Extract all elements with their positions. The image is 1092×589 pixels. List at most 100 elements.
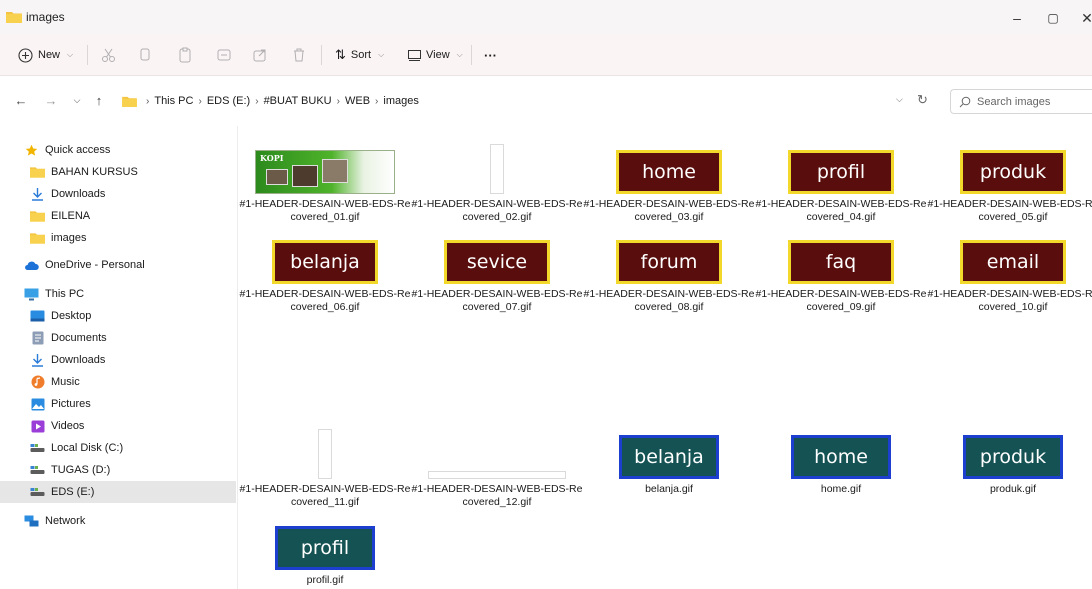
breadcrumb-web[interactable]: WEB bbox=[345, 95, 370, 107]
file-item[interactable]: faq #1-HEADER-DESAIN-WEB-EDS-Re covered_09… bbox=[755, 232, 927, 322]
file-thumbnail: produk bbox=[963, 435, 1063, 479]
music-icon bbox=[30, 375, 45, 389]
thumbnail-text: sevice bbox=[466, 251, 528, 273]
document-icon bbox=[30, 331, 45, 345]
sidebar-item-network[interactable]: Network bbox=[0, 510, 236, 532]
minimize-icon: – bbox=[1013, 10, 1021, 26]
sidebar-item-music[interactable]: Music bbox=[0, 371, 236, 393]
sidebar-item-bahan-kursus[interactable]: BAHAN KURSUS bbox=[0, 161, 236, 183]
sidebar-item-documents[interactable]: Documents bbox=[0, 327, 236, 349]
view-button[interactable]: View ⌵ bbox=[408, 42, 463, 68]
file-item[interactable]: email #1-HEADER-DESAIN-WEB-EDS-Re covered_… bbox=[927, 232, 1092, 322]
file-name-line: covered_02.gif bbox=[462, 211, 532, 223]
file-item[interactable]: profil #1-HEADER-DESAIN-WEB-EDS-Re covered… bbox=[755, 142, 927, 232]
forward-button[interactable]: → bbox=[42, 91, 60, 109]
maximize-button[interactable]: ▢ bbox=[1036, 6, 1070, 30]
file-thumbnail: sevice bbox=[444, 240, 550, 284]
file-item[interactable]: belanja #1-HEADER-DESAIN-WEB-EDS-Re covere… bbox=[239, 232, 411, 322]
recent-locations-button[interactable]: ⌵ bbox=[68, 91, 86, 109]
file-item[interactable]: #1-HEADER-DESAIN-WEB-EDS-Re covered_02.gi… bbox=[411, 142, 583, 232]
sidebar-item-label: images bbox=[51, 232, 87, 244]
rename-icon[interactable] bbox=[215, 46, 233, 64]
file-item[interactable]: belanja belanja.gif bbox=[583, 427, 755, 517]
sidebar-item-local-disk-c[interactable]: Local Disk (C:) bbox=[0, 437, 236, 459]
title-bar: images – ▢ ✕ bbox=[0, 0, 1092, 34]
file-item[interactable]: #1-HEADER-DESAIN-WEB-EDS-Re covered_12.gi… bbox=[411, 427, 583, 517]
file-thumbnail bbox=[490, 144, 504, 194]
file-item[interactable]: profil profil.gif bbox=[239, 518, 411, 589]
sort-button[interactable]: ⇅ Sort ⌵ bbox=[335, 42, 384, 68]
cut-icon[interactable] bbox=[100, 46, 118, 64]
sidebar-item-this-pc[interactable]: This PC bbox=[0, 283, 236, 305]
folder-icon bbox=[6, 12, 22, 23]
breadcrumb-images[interactable]: images bbox=[383, 95, 418, 107]
sidebar-item-pictures[interactable]: Pictures bbox=[0, 393, 236, 415]
sidebar-item-images[interactable]: images bbox=[0, 227, 236, 249]
arrow-left-icon: ← bbox=[14, 92, 28, 108]
sort-label: Sort bbox=[350, 49, 372, 61]
search-box[interactable]: Search images bbox=[950, 89, 1092, 114]
sidebar-item-label: OneDrive - Personal bbox=[45, 259, 145, 271]
breadcrumb-this-pc[interactable]: This PC bbox=[154, 95, 193, 107]
search-icon bbox=[959, 96, 971, 107]
sidebar-item-videos[interactable]: Videos bbox=[0, 415, 236, 437]
file-thumbnail: belanja bbox=[619, 435, 719, 479]
address-bar[interactable]: › This PC › EDS (E:) › #BUAT BUKU › WEB … bbox=[113, 89, 943, 113]
file-name-line: profil.gif bbox=[306, 574, 344, 586]
view-icon bbox=[408, 49, 421, 61]
file-item[interactable]: forum #1-HEADER-DESAIN-WEB-EDS-Re covered_… bbox=[583, 232, 755, 322]
close-button[interactable]: ✕ bbox=[1070, 6, 1092, 30]
navigation-bar: ← → ⌵ ↑ › This PC › EDS (E:) › #BUAT BUK… bbox=[0, 76, 1092, 126]
delete-icon[interactable] bbox=[290, 46, 308, 64]
sidebar-item-downloads[interactable]: Downloads bbox=[0, 183, 236, 205]
sidebar-item-desktop[interactable]: Desktop bbox=[0, 305, 236, 327]
view-label: View bbox=[426, 49, 450, 61]
file-name: #1-HEADER-DESAIN-WEB-EDS-Re covered_02.gi… bbox=[411, 198, 583, 224]
file-name: #1-HEADER-DESAIN-WEB-EDS-Re covered_05.gi… bbox=[927, 198, 1092, 224]
minimize-button[interactable]: – bbox=[1000, 6, 1034, 30]
drive-icon bbox=[30, 485, 45, 499]
refresh-icon[interactable]: ↻ bbox=[917, 92, 928, 108]
file-item[interactable]: home home.gif bbox=[755, 427, 927, 517]
file-thumbnail: faq bbox=[788, 240, 894, 284]
file-thumbnail: forum bbox=[616, 240, 722, 284]
file-item[interactable]: #1-HEADER-DESAIN-WEB-EDS-Re covered_11.gi… bbox=[239, 427, 411, 517]
sidebar-item-onedrive-personal[interactable]: OneDrive - Personal bbox=[0, 254, 236, 276]
share-icon[interactable] bbox=[251, 46, 269, 64]
sidebar-item-label: EDS (E:) bbox=[51, 486, 95, 498]
chevron-right-icon: › bbox=[255, 95, 259, 107]
thumbnail-text: profil bbox=[300, 537, 350, 559]
new-button[interactable]: New ⌵ bbox=[18, 42, 73, 68]
up-button[interactable]: ↑ bbox=[90, 91, 108, 109]
more-icon: ··· bbox=[484, 47, 497, 63]
more-button[interactable]: ··· bbox=[484, 42, 497, 68]
copy-icon[interactable] bbox=[136, 46, 154, 64]
download-icon bbox=[30, 353, 45, 367]
sidebar-item-downloads[interactable]: Downloads bbox=[0, 349, 236, 371]
file-name: produk.gif bbox=[927, 483, 1092, 496]
breadcrumb-eds-drive[interactable]: EDS (E:) bbox=[207, 95, 250, 107]
file-item[interactable]: produk #1-HEADER-DESAIN-WEB-EDS-Re covered… bbox=[927, 142, 1092, 232]
command-bar: New ⌵ ⇅ Sort ⌵ View ⌵ ··· bbox=[0, 34, 1092, 76]
sidebar-item-label: Downloads bbox=[51, 188, 106, 200]
sidebar-item-tugas-d[interactable]: TUGAS (D:) bbox=[0, 459, 236, 481]
sidebar-item-label: This PC bbox=[45, 288, 85, 300]
file-name-line: covered_10.gif bbox=[978, 301, 1048, 313]
sidebar-item-eds-e[interactable]: EDS (E:) bbox=[0, 481, 236, 503]
file-item[interactable]: produk produk.gif bbox=[927, 427, 1092, 517]
file-item[interactable]: KOPI #1-HEADER-DESAIN-WEB-EDS-Re covered_0… bbox=[239, 142, 411, 232]
breadcrumb-buat-buku[interactable]: #BUAT BUKU bbox=[264, 95, 332, 107]
file-name: #1-HEADER-DESAIN-WEB-EDS-Re covered_07.gi… bbox=[411, 288, 583, 314]
back-button[interactable]: ← bbox=[12, 91, 30, 109]
plus-circle-icon bbox=[18, 47, 33, 63]
search-input[interactable]: Search images bbox=[977, 96, 1050, 108]
thumbnail-text: produk bbox=[979, 161, 1047, 183]
file-name: #1-HEADER-DESAIN-WEB-EDS-Re covered_10.gi… bbox=[927, 288, 1092, 314]
paste-icon[interactable] bbox=[176, 46, 194, 64]
address-history-icon[interactable]: ⌵ bbox=[896, 94, 903, 105]
file-item[interactable]: sevice #1-HEADER-DESAIN-WEB-EDS-Re covered… bbox=[411, 232, 583, 322]
file-item[interactable]: home #1-HEADER-DESAIN-WEB-EDS-Re covered_0… bbox=[583, 142, 755, 232]
file-thumbnail: belanja bbox=[272, 240, 378, 284]
sidebar-item-eilena[interactable]: EILENA bbox=[0, 205, 236, 227]
sidebar-item-quick-access[interactable]: Quick access bbox=[0, 139, 236, 161]
